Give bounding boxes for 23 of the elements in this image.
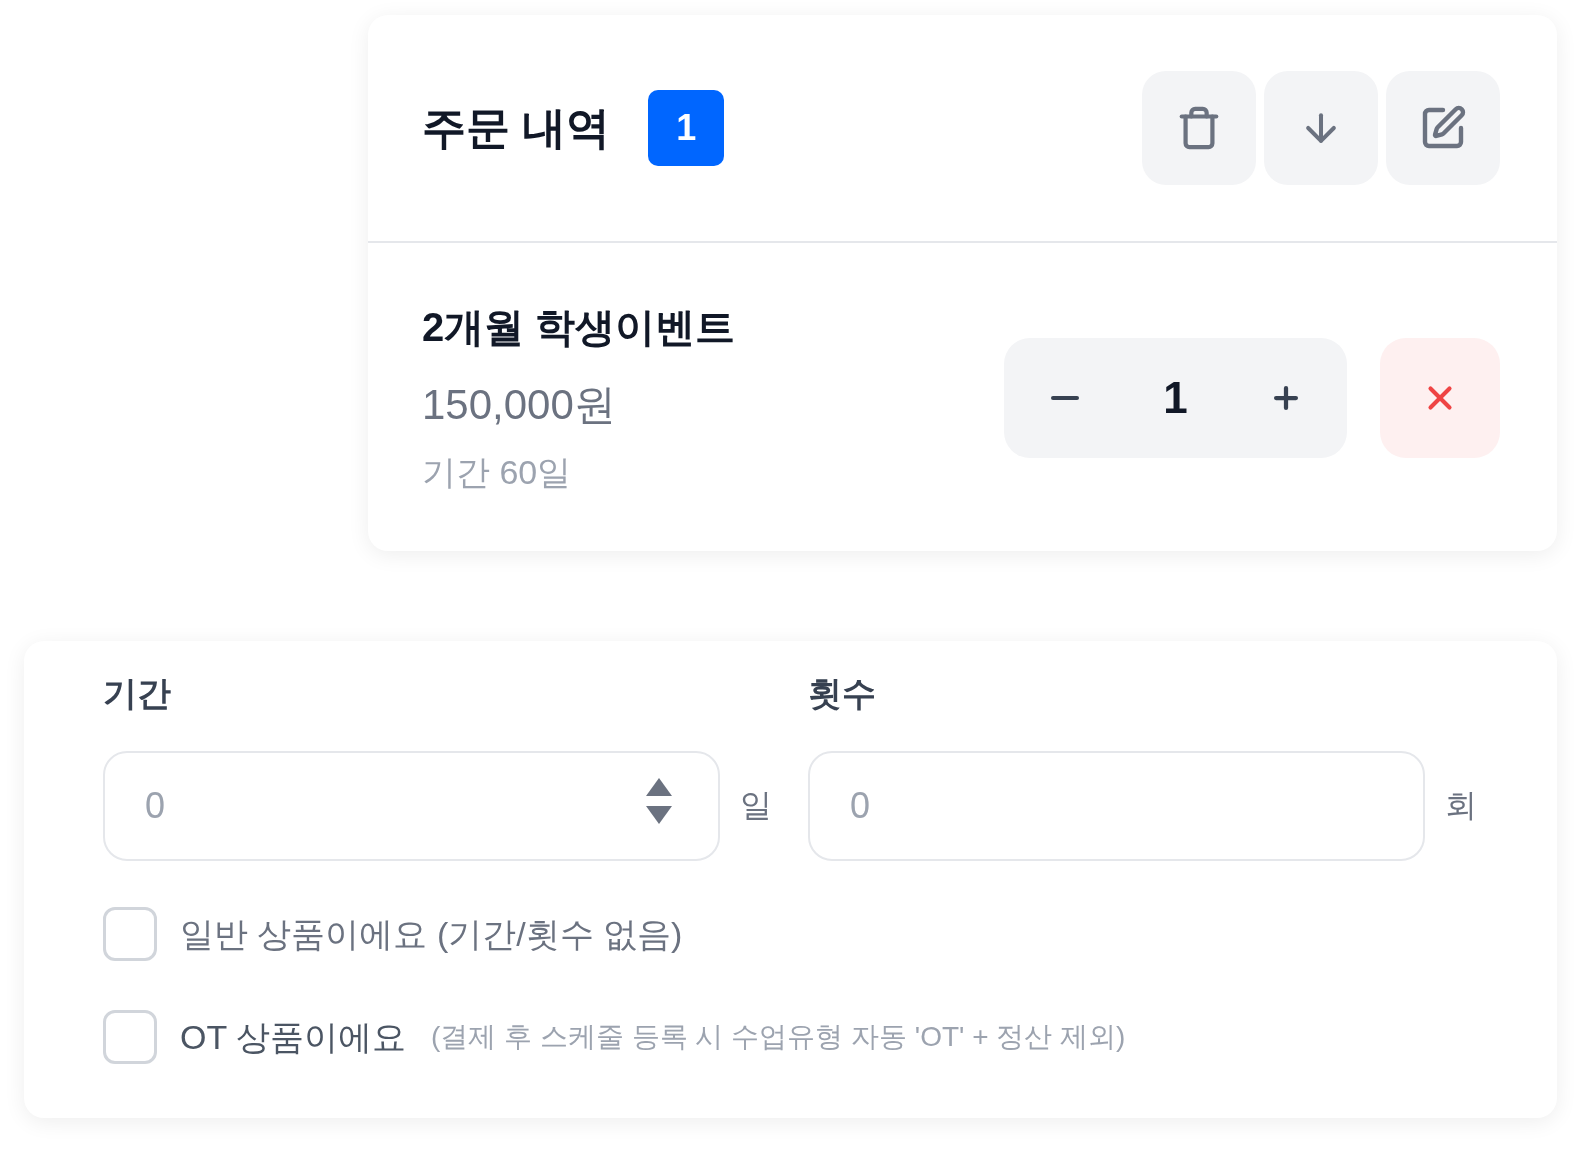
input-field[interactable]: 0	[103, 751, 720, 861]
field-label: 횟수	[808, 673, 876, 714]
option-label: 일반 상품이에요 (기간/횟수 없음)	[180, 914, 683, 955]
option-label: OT 상품이에요	[180, 1017, 407, 1058]
unit-label: 일	[740, 786, 772, 825]
option-note: (결제 후 스케줄 등록 시 수업유형 자동 'OT' + 정산 제외)	[431, 1020, 1126, 1054]
spinner-icon[interactable]	[646, 778, 672, 824]
delete-button[interactable]	[1142, 71, 1256, 185]
download-button[interactable]	[1264, 71, 1378, 185]
remove-button[interactable]	[1380, 337, 1500, 458]
panel-title: 주문 내역	[422, 102, 611, 155]
minus-icon	[1051, 395, 1080, 400]
product-duration: 기간 60일	[422, 452, 572, 493]
checkbox[interactable]	[103, 1010, 157, 1064]
edit-button[interactable]	[1386, 71, 1500, 185]
product-name: 2개월 학생이벤트	[422, 304, 736, 351]
field-label: 기간	[103, 673, 171, 714]
unit-label: 회	[1445, 786, 1477, 825]
product-price: 150,000원	[422, 380, 616, 430]
input-field[interactable]: 0	[808, 751, 1425, 861]
count-badge: 1	[648, 90, 725, 166]
quantity-value: 1	[1163, 372, 1188, 423]
checkbox[interactable]	[103, 907, 157, 961]
